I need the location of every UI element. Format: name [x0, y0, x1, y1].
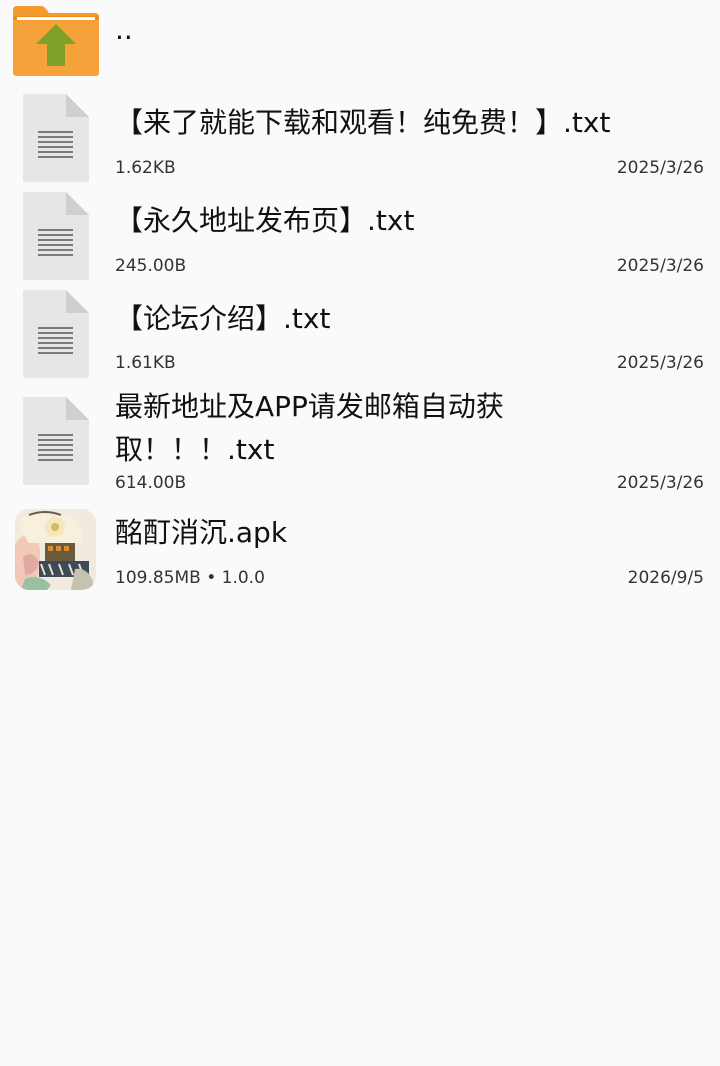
text-file-icon — [22, 397, 90, 485]
file-date: 2025/3/26 — [616, 256, 704, 276]
file-date: 2025/3/26 — [616, 473, 704, 493]
file-size: 614.00B — [115, 473, 187, 493]
app-date: 2026/9/5 — [627, 568, 704, 588]
app-size-version: 109.85MB • 1.0.0 — [115, 568, 265, 588]
text-file-icon — [22, 290, 90, 378]
file-name: 【论坛介绍】.txt — [115, 302, 331, 335]
list-item-apk[interactable]: 酩酊消沉.apk 109.85MB • 1.0.0 2026/9/5 — [0, 505, 720, 595]
file-date: 2025/3/26 — [616, 158, 704, 178]
file-size: 245.00B — [115, 256, 187, 276]
file-date: 2025/3/26 — [616, 353, 704, 373]
app-file-name: 酩酊消沉.apk — [115, 516, 288, 549]
list-item-file-3[interactable]: 【论坛介绍】.txt 1.61KB 2025/3/26 — [0, 286, 720, 381]
text-file-icon — [22, 192, 90, 280]
file-name-line-1: 最新地址及APP请发邮箱自动获 — [115, 390, 504, 423]
file-meta: 1.62KB 2025/3/26 — [115, 157, 704, 179]
app-meta: 109.85MB • 1.0.0 2026/9/5 — [115, 567, 704, 589]
file-size: 1.61KB — [115, 353, 176, 373]
parent-directory-label: .. — [115, 13, 133, 46]
file-name: 【来了就能下载和观看！纯免费！】.txt — [115, 106, 611, 139]
file-name-line-2: 取！！！.txt — [115, 433, 275, 466]
app-icon — [15, 509, 96, 590]
list-item-file-1[interactable]: 【来了就能下载和观看！纯免费！】.txt 1.62KB 2025/3/26 — [0, 90, 720, 185]
text-file-icon — [22, 94, 90, 182]
file-meta: 1.61KB 2025/3/26 — [115, 352, 704, 374]
file-name: 【永久地址发布页】.txt — [115, 204, 415, 237]
file-size: 1.62KB — [115, 158, 176, 178]
file-meta: 614.00B 2025/3/26 — [115, 472, 704, 494]
file-meta: 245.00B 2025/3/26 — [115, 255, 704, 277]
list-item-file-4[interactable]: 最新地址及APP请发邮箱自动获 取！！！.txt 614.00B 2025/3/… — [0, 384, 720, 494]
folder-up-icon — [11, 4, 101, 77]
parent-directory-row[interactable]: .. — [0, 0, 720, 80]
list-item-file-2[interactable]: 【永久地址发布页】.txt 245.00B 2025/3/26 — [0, 188, 720, 283]
